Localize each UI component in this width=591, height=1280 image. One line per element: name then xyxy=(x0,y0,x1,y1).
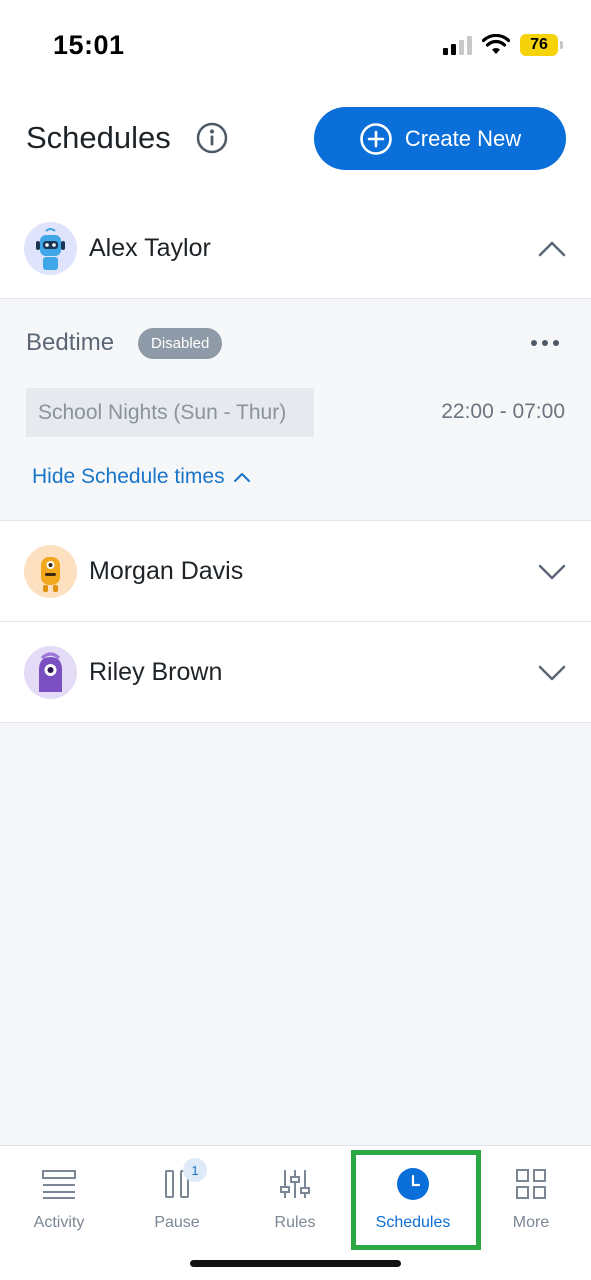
tab-label: More xyxy=(512,1214,550,1231)
member-name: Riley Brown xyxy=(89,658,223,686)
pause-count-badge: 1 xyxy=(183,1158,207,1182)
member-row-alex[interactable]: Alex Taylor xyxy=(0,198,591,299)
home-indicator xyxy=(190,1260,401,1267)
chevron-up-icon xyxy=(233,473,250,482)
chevron-down-icon[interactable] xyxy=(537,557,567,587)
schedule-days: School Nights (Sun - Thur) xyxy=(26,388,314,437)
status-bar: 15:01 76 xyxy=(0,0,591,92)
tab-label: Activity xyxy=(33,1214,85,1231)
sliders-icon xyxy=(275,1166,315,1202)
signal-icon xyxy=(443,35,472,55)
member-name: Morgan Davis xyxy=(89,557,244,585)
tab-pause[interactable]: 1 Pause xyxy=(118,1146,236,1246)
battery-level: 76 xyxy=(520,34,558,56)
grid-icon xyxy=(511,1166,551,1202)
avatar xyxy=(24,545,77,598)
battery-icon: 76 xyxy=(520,34,563,56)
create-new-button[interactable]: Create New xyxy=(314,107,566,170)
schedule-panel: Bedtime Disabled School Nights (Sun - Th… xyxy=(0,299,591,521)
info-icon[interactable] xyxy=(196,122,228,154)
create-new-label: Create New xyxy=(404,125,522,151)
header: Schedules Create New xyxy=(0,92,591,198)
page-title: Schedules xyxy=(26,120,171,155)
tab-schedules[interactable]: Schedules xyxy=(354,1146,472,1246)
hide-schedule-times-link[interactable]: Hide Schedule times xyxy=(32,465,251,489)
status-icons: 76 xyxy=(443,34,563,56)
member-row-riley[interactable]: Riley Brown xyxy=(0,622,591,723)
status-badge: Disabled xyxy=(138,328,223,359)
plus-circle-icon xyxy=(360,122,392,155)
chevron-down-icon[interactable] xyxy=(537,658,567,688)
status-time: 15:01 xyxy=(53,30,125,60)
pause-icon: 1 xyxy=(157,1158,207,1202)
more-options-icon[interactable] xyxy=(529,333,561,353)
tab-more[interactable]: More xyxy=(472,1146,590,1246)
avatar xyxy=(24,646,77,699)
schedule-time-range: 22:00 - 07:00 xyxy=(441,400,565,423)
activity-icon xyxy=(39,1166,79,1202)
member-row-morgan[interactable]: Morgan Davis xyxy=(0,521,591,622)
member-name: Alex Taylor xyxy=(89,234,211,262)
hide-schedule-label: Hide Schedule times xyxy=(32,465,225,488)
wifi-icon xyxy=(482,34,510,54)
tab-label: Pause xyxy=(154,1214,200,1231)
tab-activity[interactable]: Activity xyxy=(0,1146,118,1246)
avatar xyxy=(24,222,77,275)
tab-rules[interactable]: Rules xyxy=(236,1146,354,1246)
clock-icon xyxy=(393,1166,433,1202)
chevron-up-icon[interactable] xyxy=(537,234,567,264)
schedule-name: Bedtime xyxy=(26,329,115,356)
tab-label: Rules xyxy=(274,1214,316,1231)
tab-label: Schedules xyxy=(375,1214,451,1231)
